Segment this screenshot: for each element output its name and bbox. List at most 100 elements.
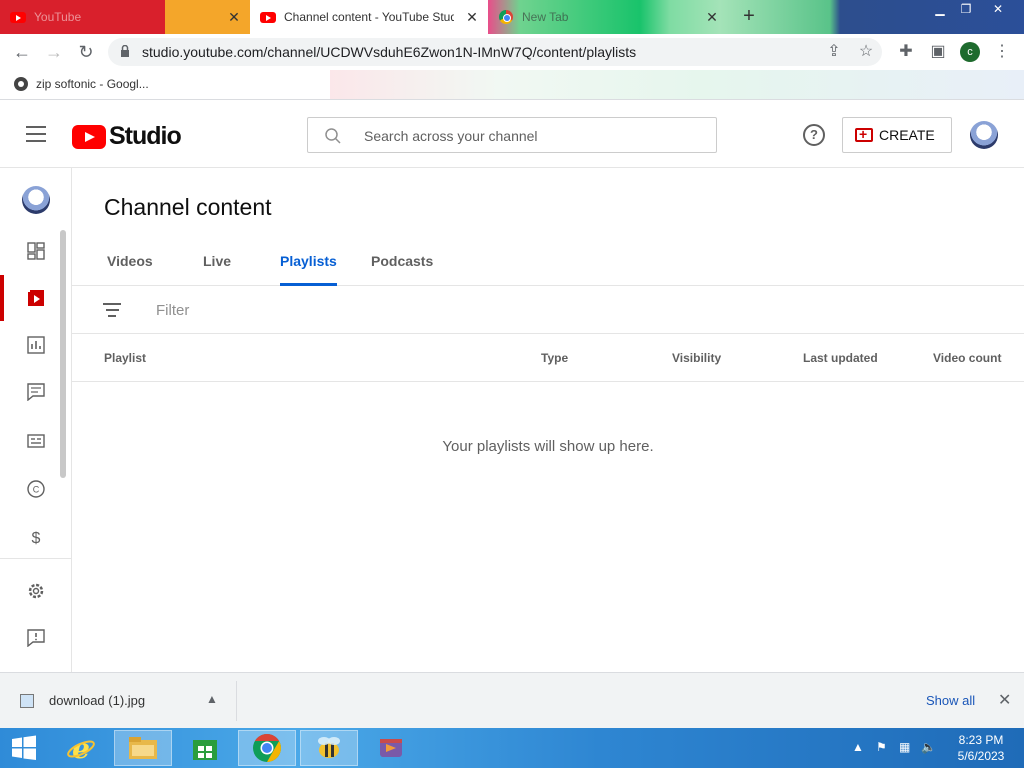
create-video-icon (855, 126, 873, 142)
file-explorer-icon[interactable] (114, 730, 172, 766)
browser-tab-new-tab[interactable]: New Tab ✕ (488, 0, 728, 34)
profile-avatar[interactable]: c (960, 42, 980, 62)
close-tab-icon[interactable]: ✕ (464, 9, 480, 25)
windows-taskbar: e ▲ ⚑ ▦ 🔈 8:23 PM 5/6/2023 (0, 728, 1024, 768)
sidebar-item-feedback[interactable] (0, 615, 72, 661)
volume-icon[interactable]: 🔈 (921, 740, 936, 754)
share-icon[interactable]: ⇪ (824, 42, 844, 62)
bookmark-label: zip softonic - Googl... (36, 77, 149, 91)
svg-text:$: $ (32, 530, 41, 546)
page-title: Channel content (104, 194, 272, 220)
browser-toolbar: ← → ↻ studio.youtube.com/channel/UCDWVsd… (0, 34, 1024, 70)
address-bar[interactable]: studio.youtube.com/channel/UCDWVsduhE6Zw… (108, 38, 882, 66)
subtitles-icon (27, 434, 45, 448)
close-tab-icon[interactable]: ✕ (226, 9, 242, 25)
studio-logo[interactable]: Studio (72, 122, 182, 151)
close-tab-icon[interactable]: ✕ (704, 9, 720, 25)
content-icon (28, 290, 44, 306)
search-input[interactable] (364, 126, 694, 146)
analytics-icon (27, 336, 45, 354)
feedback-icon (27, 629, 45, 647)
divider (236, 681, 237, 721)
studio-logo-text: Studio (109, 122, 182, 150)
filter-icon[interactable] (103, 303, 121, 317)
table-header: Playlist Type Visibility Last updated Vi… (72, 334, 1024, 382)
copyright-icon: C (27, 480, 45, 498)
earn-icon: $ (32, 530, 41, 546)
download-item[interactable]: download (1).jpg (20, 693, 145, 708)
column-header-playlist[interactable]: Playlist (104, 351, 146, 365)
url-text: studio.youtube.com/channel/UCDWVsduhE6Zw… (142, 44, 637, 60)
studio-header: Studio ? CREATE (0, 102, 1024, 168)
svg-text:C: C (33, 485, 40, 495)
new-tab-button[interactable]: + (738, 5, 760, 27)
bookmark-item[interactable]: zip softonic - Googl... (14, 77, 149, 91)
filter-bar (72, 286, 1024, 334)
close-download-bar-icon[interactable]: ✕ (998, 690, 1011, 710)
browser-tab-channel-content[interactable]: Channel content - YouTube Studio ✕ (250, 0, 488, 34)
chevron-up-icon[interactable]: ▲ (206, 692, 218, 706)
action-center-flag-icon[interactable]: ⚑ (876, 740, 887, 754)
youtube-icon (260, 9, 276, 25)
sidebar-scrollbar[interactable] (60, 230, 66, 478)
filter-input[interactable] (156, 300, 456, 320)
tab-title: Channel content - YouTube Studio (284, 10, 454, 24)
extensions-icon[interactable]: ✚ (896, 42, 916, 62)
browser-tab-strip: YouTube ✕ Channel content - YouTube Stud… (0, 0, 1024, 34)
menu-kebab-icon[interactable]: ⋮ (992, 42, 1012, 62)
column-header-video-count[interactable]: Video count (933, 351, 1001, 365)
youtube-logo-icon (72, 124, 106, 149)
bee-app-icon[interactable] (300, 730, 358, 766)
network-icon[interactable]: ▦ (899, 740, 910, 754)
column-header-last-updated[interactable]: Last updated (803, 351, 878, 365)
empty-state-message: Your playlists will show up here. (442, 438, 654, 455)
column-header-visibility[interactable]: Visibility (672, 351, 721, 365)
channel-search[interactable] (307, 117, 717, 153)
reload-icon[interactable]: ↻ (74, 40, 98, 64)
tab-title: New Tab (522, 10, 569, 24)
tab-live[interactable]: Live (203, 253, 231, 286)
clock-time: 8:23 PM (958, 733, 1004, 747)
internet-explorer-icon[interactable]: e (52, 730, 110, 766)
minimize-window-icon[interactable]: ▁ (926, 0, 954, 18)
studio-sidebar: C $ (0, 168, 72, 672)
bookmark-star-icon[interactable]: ☆ (856, 42, 876, 62)
close-window-icon[interactable]: ✕ (984, 0, 1012, 18)
lock-icon (121, 45, 129, 57)
taskbar-clock[interactable]: 8:23 PM 5/6/2023 (950, 732, 1012, 764)
settings-icon (28, 583, 44, 599)
sidebar-item-earn[interactable]: $ (0, 514, 72, 560)
youtube-icon (10, 9, 26, 25)
create-label: CREATE (879, 127, 935, 143)
svg-text:e: e (72, 733, 90, 763)
download-bar: download (1).jpg ▲ Show all ✕ (0, 672, 1024, 728)
tab-playlists[interactable]: Playlists (280, 253, 337, 286)
media-app-icon[interactable] (362, 730, 420, 766)
side-panel-icon[interactable]: ▣ (928, 42, 948, 62)
restore-window-icon[interactable]: ❐ (952, 0, 980, 18)
create-button[interactable]: CREATE (842, 117, 952, 153)
account-avatar[interactable] (970, 121, 998, 149)
show-all-downloads-link[interactable]: Show all (926, 693, 975, 708)
search-icon (325, 128, 341, 144)
chrome-icon[interactable] (238, 730, 296, 766)
hamburger-menu-icon[interactable] (26, 126, 46, 142)
forward-icon[interactable]: → (42, 40, 66, 64)
store-icon[interactable] (176, 730, 234, 766)
tab-videos[interactable]: Videos (107, 253, 153, 286)
google-icon (14, 77, 28, 91)
channel-avatar[interactable] (22, 186, 50, 214)
column-header-type[interactable]: Type (541, 351, 568, 365)
image-file-icon (20, 693, 34, 708)
browser-tab-youtube[interactable]: YouTube ✕ (0, 0, 250, 34)
start-icon[interactable] (0, 730, 48, 766)
help-icon[interactable]: ? (803, 124, 825, 146)
tab-podcasts[interactable]: Podcasts (371, 253, 433, 286)
tab-title: YouTube (34, 10, 82, 24)
comments-icon (27, 383, 45, 401)
back-icon[interactable]: ← (10, 40, 34, 64)
tray-expand-icon[interactable]: ▲ (852, 740, 864, 754)
chrome-icon (498, 9, 514, 25)
sidebar-item-settings[interactable] (0, 568, 72, 614)
download-file-name: download (1).jpg (49, 693, 146, 708)
